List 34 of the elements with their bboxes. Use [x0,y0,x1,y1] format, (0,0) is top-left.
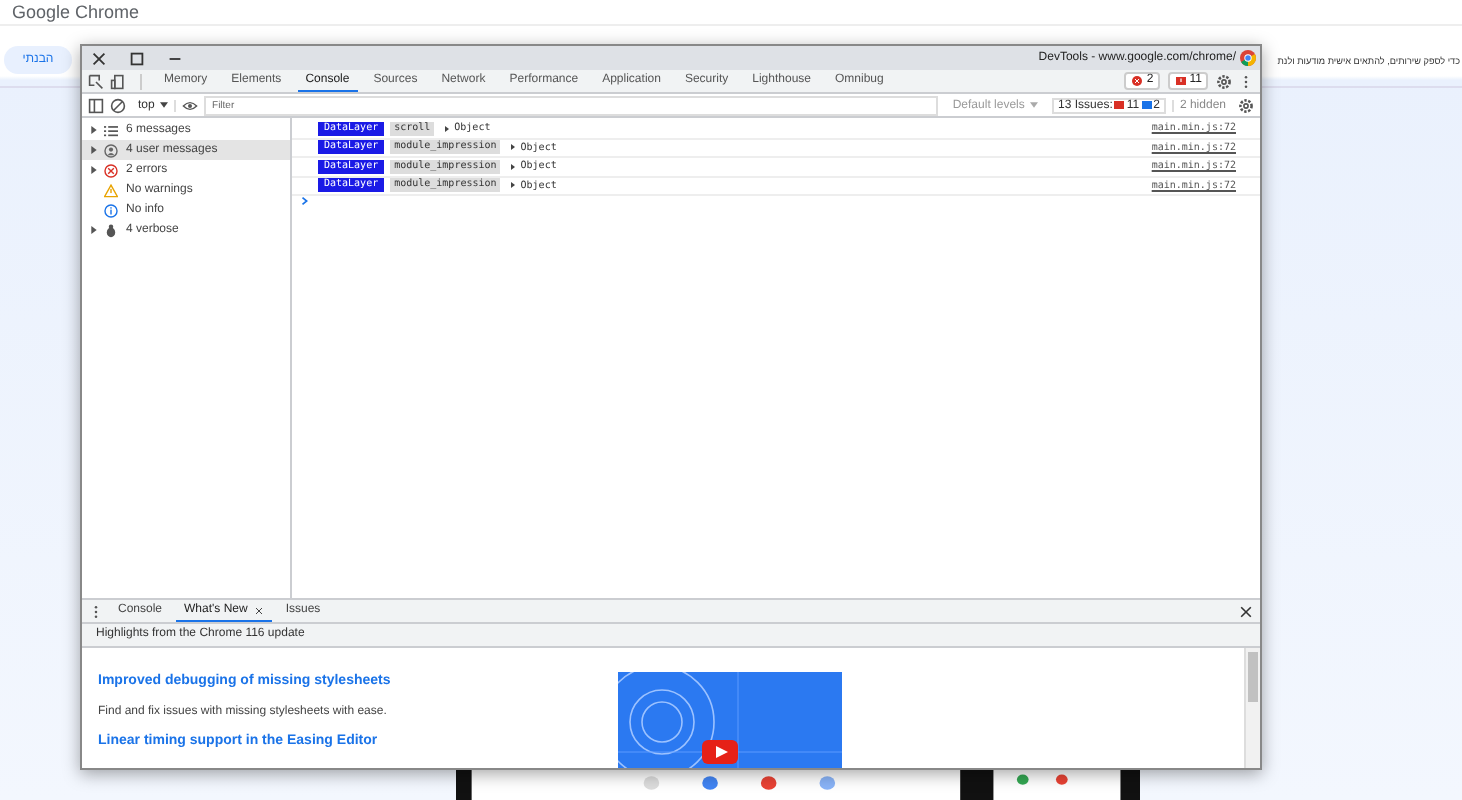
clear-icon[interactable] [110,97,126,113]
message-type-icon [104,163,118,177]
message-icon [1141,100,1152,110]
expand-icon[interactable] [90,226,98,234]
prompt-icon[interactable] [300,196,310,206]
expand-icon[interactable] [444,125,451,132]
close-icon[interactable] [253,605,264,615]
message-type-icon [104,123,118,137]
expand-icon[interactable] [510,144,517,151]
scrollbar-thumb[interactable] [1248,652,1258,702]
error-icon [1132,76,1143,86]
message-icon [1114,100,1125,110]
caret-icon [160,101,169,107]
message-type-icon [104,203,118,217]
eye-icon[interactable] [182,97,199,113]
caret-icon [1030,101,1039,107]
chrome-logo-icon [1240,50,1256,66]
sidebar-toggle-icon[interactable] [88,97,104,113]
scrollbar[interactable] [1244,648,1260,768]
maximize-icon[interactable] [128,49,146,67]
message-type-icon [104,223,118,237]
close-icon[interactable] [1238,603,1254,619]
expand-icon[interactable] [90,146,98,154]
site-logo[interactable]: Google Chrome [12,2,140,22]
device-toolbar-icon[interactable] [110,73,126,89]
close-icon[interactable] [90,49,108,67]
expand-icon[interactable] [90,166,98,174]
expand-icon[interactable] [90,126,98,134]
expand-icon[interactable] [510,182,517,189]
expand-icon[interactable] [510,163,517,170]
message-type-icon [104,143,118,157]
message-icon [1175,76,1186,86]
message-type-icon [104,183,118,197]
inspect-icon[interactable] [88,73,104,89]
